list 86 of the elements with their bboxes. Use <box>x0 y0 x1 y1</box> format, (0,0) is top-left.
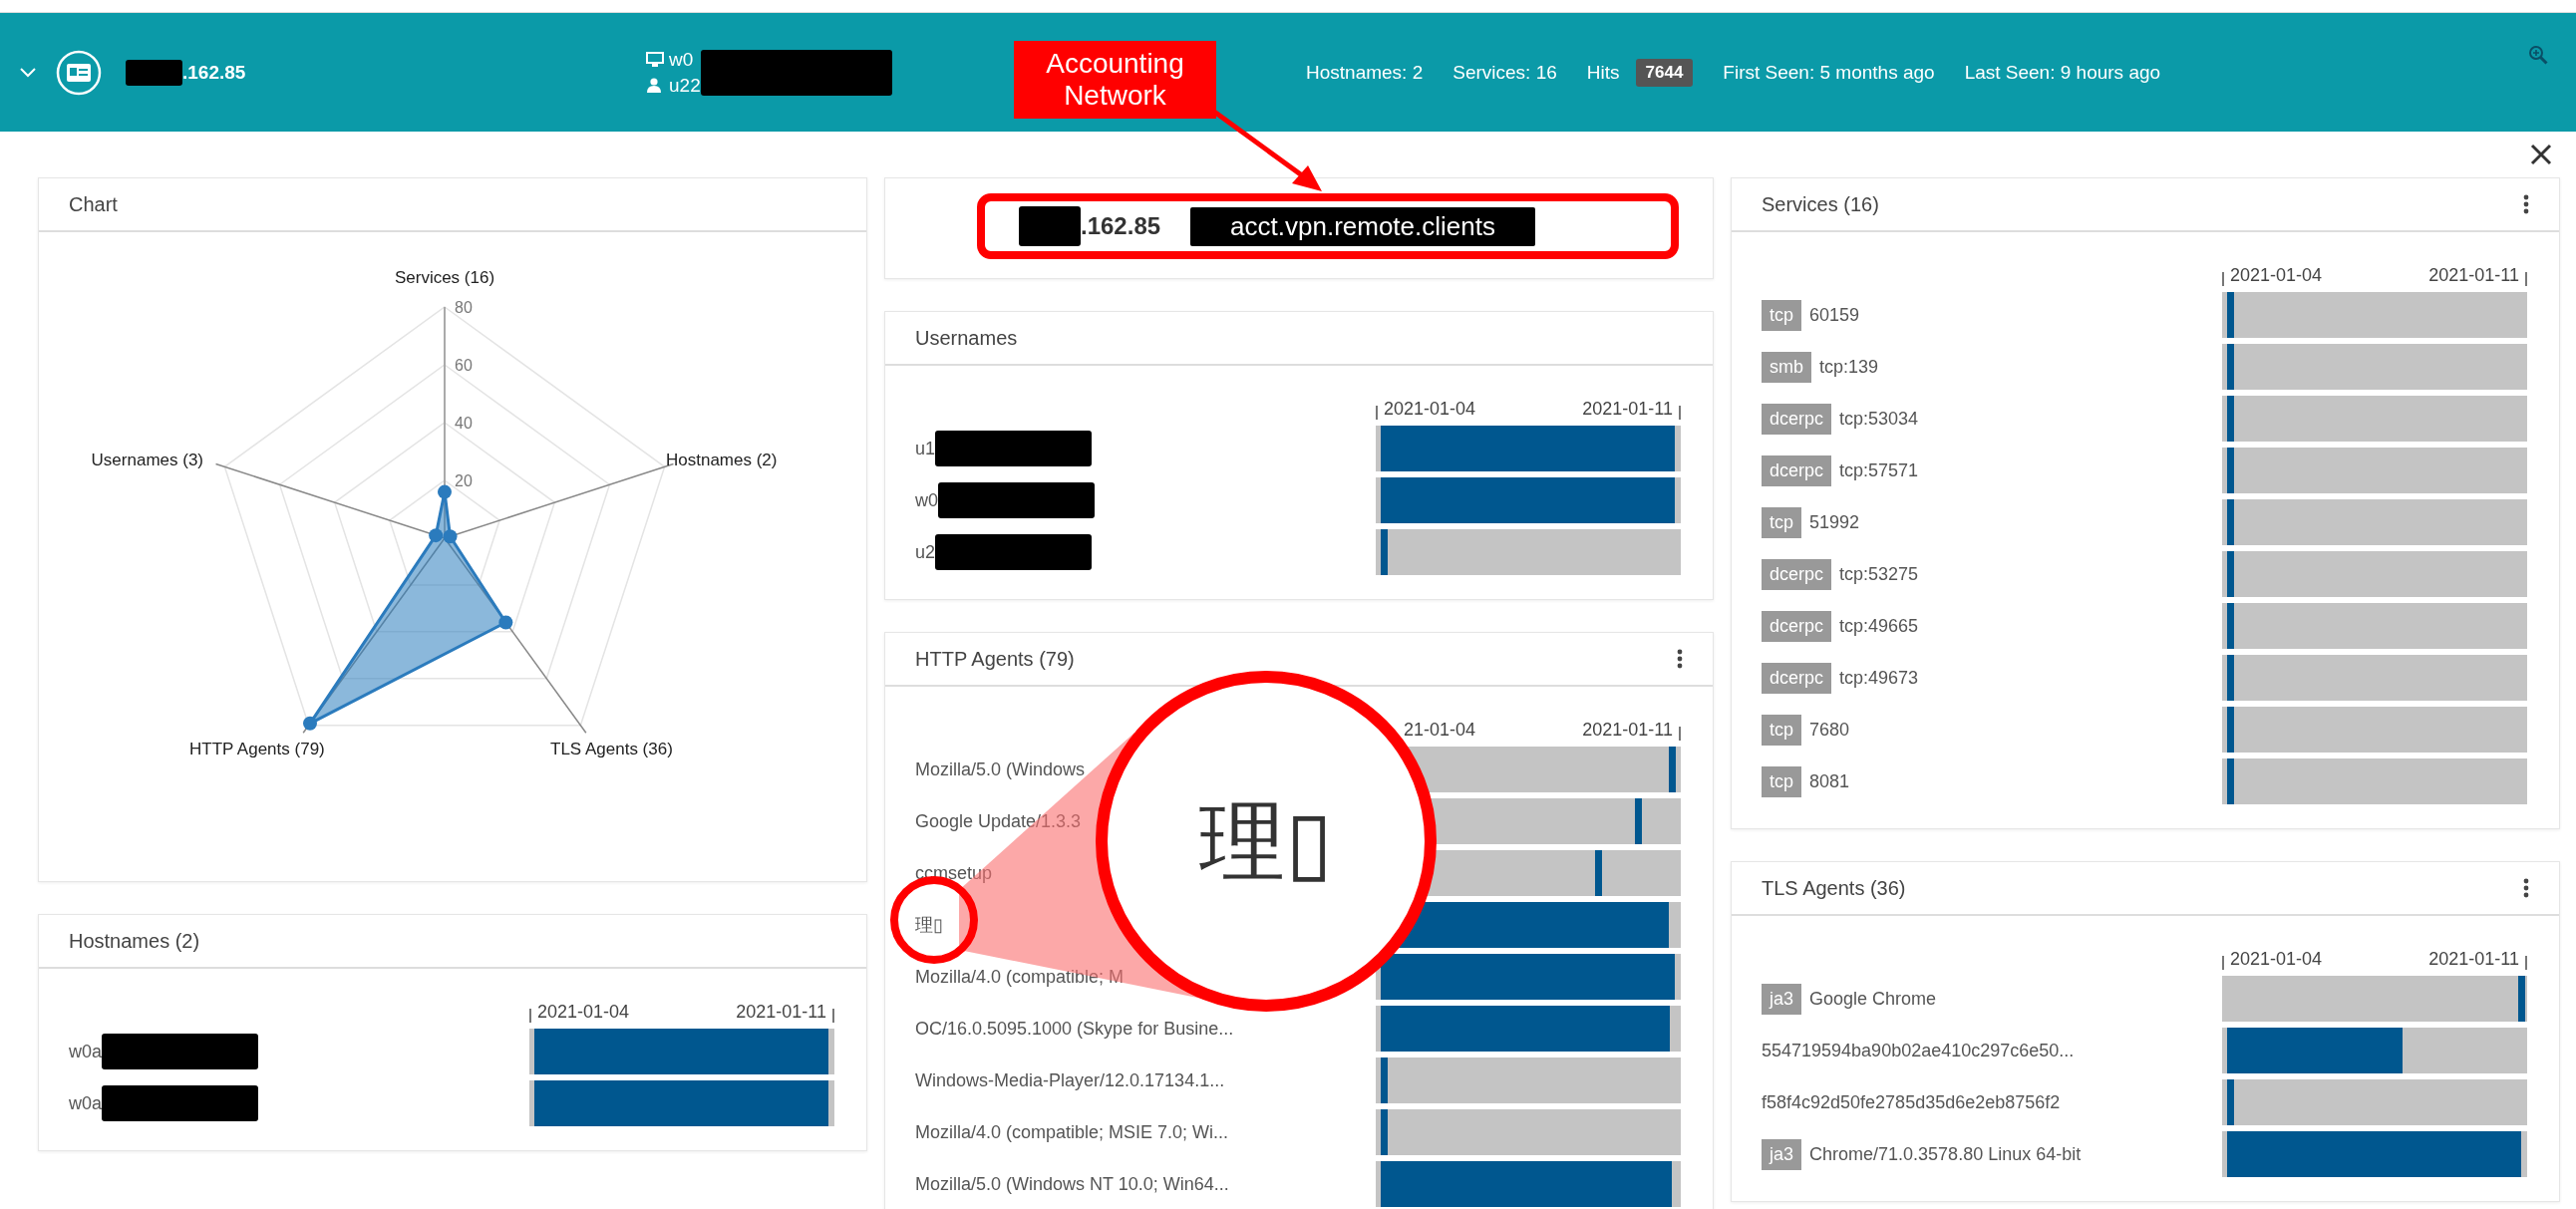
date-label: 2021-01-11 <box>2428 949 2519 970</box>
axis-label: Services (16) <box>394 268 495 287</box>
item-label: Mozilla/4.0 (compatible; MSIE 7.0; Wi... <box>915 1121 1229 1143</box>
identity-label: w0 <box>669 48 694 71</box>
tick-label: 80 <box>455 299 473 316</box>
item-label: OC/16.0.5095.1000 (Skype for Busine... <box>915 1018 1234 1040</box>
stat-label: Hostnames: 2 <box>1306 61 1424 84</box>
item-label: Mozilla/5.0 (Windows <box>915 758 1086 780</box>
item-label: tcp:57571 <box>1839 459 1919 481</box>
category-tag: tcp <box>1762 765 1801 797</box>
panel-title: Chart <box>69 192 118 216</box>
stat-label: Last Seen: 9 hours ago <box>1964 61 2161 84</box>
tick-label: 20 <box>455 472 473 489</box>
panel-title: TLS Agents (36) <box>1762 876 1906 900</box>
panel-title: Usernames <box>915 326 1018 350</box>
category-tag: tcp <box>1762 506 1801 538</box>
item-label: Google Update/1.3.3 <box>915 810 1082 832</box>
axis-label: TLS Agents (36) <box>550 740 673 758</box>
callout-label: Accounting Network <box>1014 41 1216 119</box>
panel-title: Services (16) <box>1762 192 1879 216</box>
stat-label: Services: 16 <box>1452 61 1557 84</box>
user-icon <box>646 78 664 93</box>
category-tag: dcerpc <box>1762 403 1832 435</box>
item-label: tcp:53034 <box>1839 408 1919 430</box>
stat-label: Hits <box>1586 61 1620 84</box>
identity-label: u22 <box>669 74 701 97</box>
host-address: .162.85 <box>182 61 246 84</box>
chevron-down-icon[interactable] <box>20 67 36 78</box>
item-label: f58f4c92d50fe2785d35d6e2eb8756f2 <box>1762 1091 2061 1113</box>
date-label: 2021-01-04 <box>2230 949 2322 970</box>
item-label: 理▯ <box>915 914 943 937</box>
axis-label: Usernames (3) <box>91 451 203 469</box>
item-label: u1 <box>915 438 936 459</box>
date-label: 2021-01-11 <box>1582 720 1673 741</box>
date-label: 2021-01-11 <box>2428 265 2519 286</box>
date-label: 21-01-04 <box>1402 720 1475 741</box>
category-tag: smb <box>1762 351 1811 383</box>
axis-label: Hostnames (2) <box>666 451 778 469</box>
tick-label: 40 <box>455 415 473 432</box>
network-label: acct.vpn.remote.clients <box>1190 206 1535 246</box>
panel-title: Hostnames (2) <box>69 929 200 953</box>
item-label: 60159 <box>1809 304 1860 326</box>
category-tag: ja3 <box>1762 983 1802 1015</box>
item-label: Mozilla/4.0 (compatible; M <box>915 966 1125 988</box>
category-tag: dcerpc <box>1762 454 1832 486</box>
category-tag: dcerpc <box>1762 558 1832 590</box>
item-label: 7680 <box>1809 719 1850 741</box>
tick-label: 60 <box>455 357 473 374</box>
category-tag: dcerpc <box>1762 610 1832 642</box>
host-address: .162.85 <box>1081 212 1161 240</box>
item-label: Google Chrome <box>1809 988 1937 1010</box>
zoom-in-icon[interactable] <box>2528 45 2548 65</box>
category-tag: tcp <box>1762 714 1801 746</box>
item-label: tcp:49673 <box>1839 667 1919 689</box>
id-card-icon <box>56 49 102 96</box>
item-label: u2 <box>915 541 936 563</box>
hits-count-badge: 7644 <box>1635 58 1694 87</box>
item-label: 554719594ba90b02ae410c297c6e50... <box>1762 1040 2075 1061</box>
category-tag: dcerpc <box>1762 662 1832 694</box>
category-tag: ja3 <box>1762 1138 1802 1170</box>
item-label: w0 <box>915 489 938 511</box>
more-icon[interactable] <box>2523 194 2529 214</box>
date-label: 2021-01-04 <box>537 1002 629 1023</box>
date-label: 2021-01-11 <box>736 1002 826 1023</box>
stat-label: First Seen: 5 months ago <box>1723 61 1935 84</box>
category-tag: tcp <box>1762 299 1801 331</box>
monitor-icon <box>646 52 664 67</box>
more-icon[interactable] <box>2523 878 2529 898</box>
item-label: tcp:49665 <box>1839 615 1919 637</box>
axis-label: HTTP Agents (79) <box>189 740 325 758</box>
close-icon[interactable] <box>2530 144 2552 165</box>
item-label: 8081 <box>1809 770 1850 792</box>
item-label: Mozilla/5.0 (Windows NT 10.0; Win64... <box>915 1173 1229 1195</box>
item-label: Windows-Media-Player/12.0.17134.1... <box>915 1069 1225 1091</box>
panel-title: HTTP Agents (79) <box>915 647 1075 671</box>
more-icon[interactable] <box>1677 649 1683 669</box>
item-label: tcp:139 <box>1819 356 1879 378</box>
item-label: tcp:53275 <box>1839 563 1919 585</box>
item-label: 51992 <box>1809 511 1860 533</box>
item-label: w0a <box>69 1041 103 1062</box>
magnified-text: 理▯ <box>1198 791 1334 891</box>
date-label: 2021-01-11 <box>1582 399 1673 420</box>
date-label: 2021-01-04 <box>1384 399 1475 420</box>
item-label: w0a <box>69 1092 103 1114</box>
date-label: 2021-01-04 <box>2230 265 2322 286</box>
item-label: Chrome/71.0.3578.80 Linux 64-bit <box>1809 1143 2082 1165</box>
